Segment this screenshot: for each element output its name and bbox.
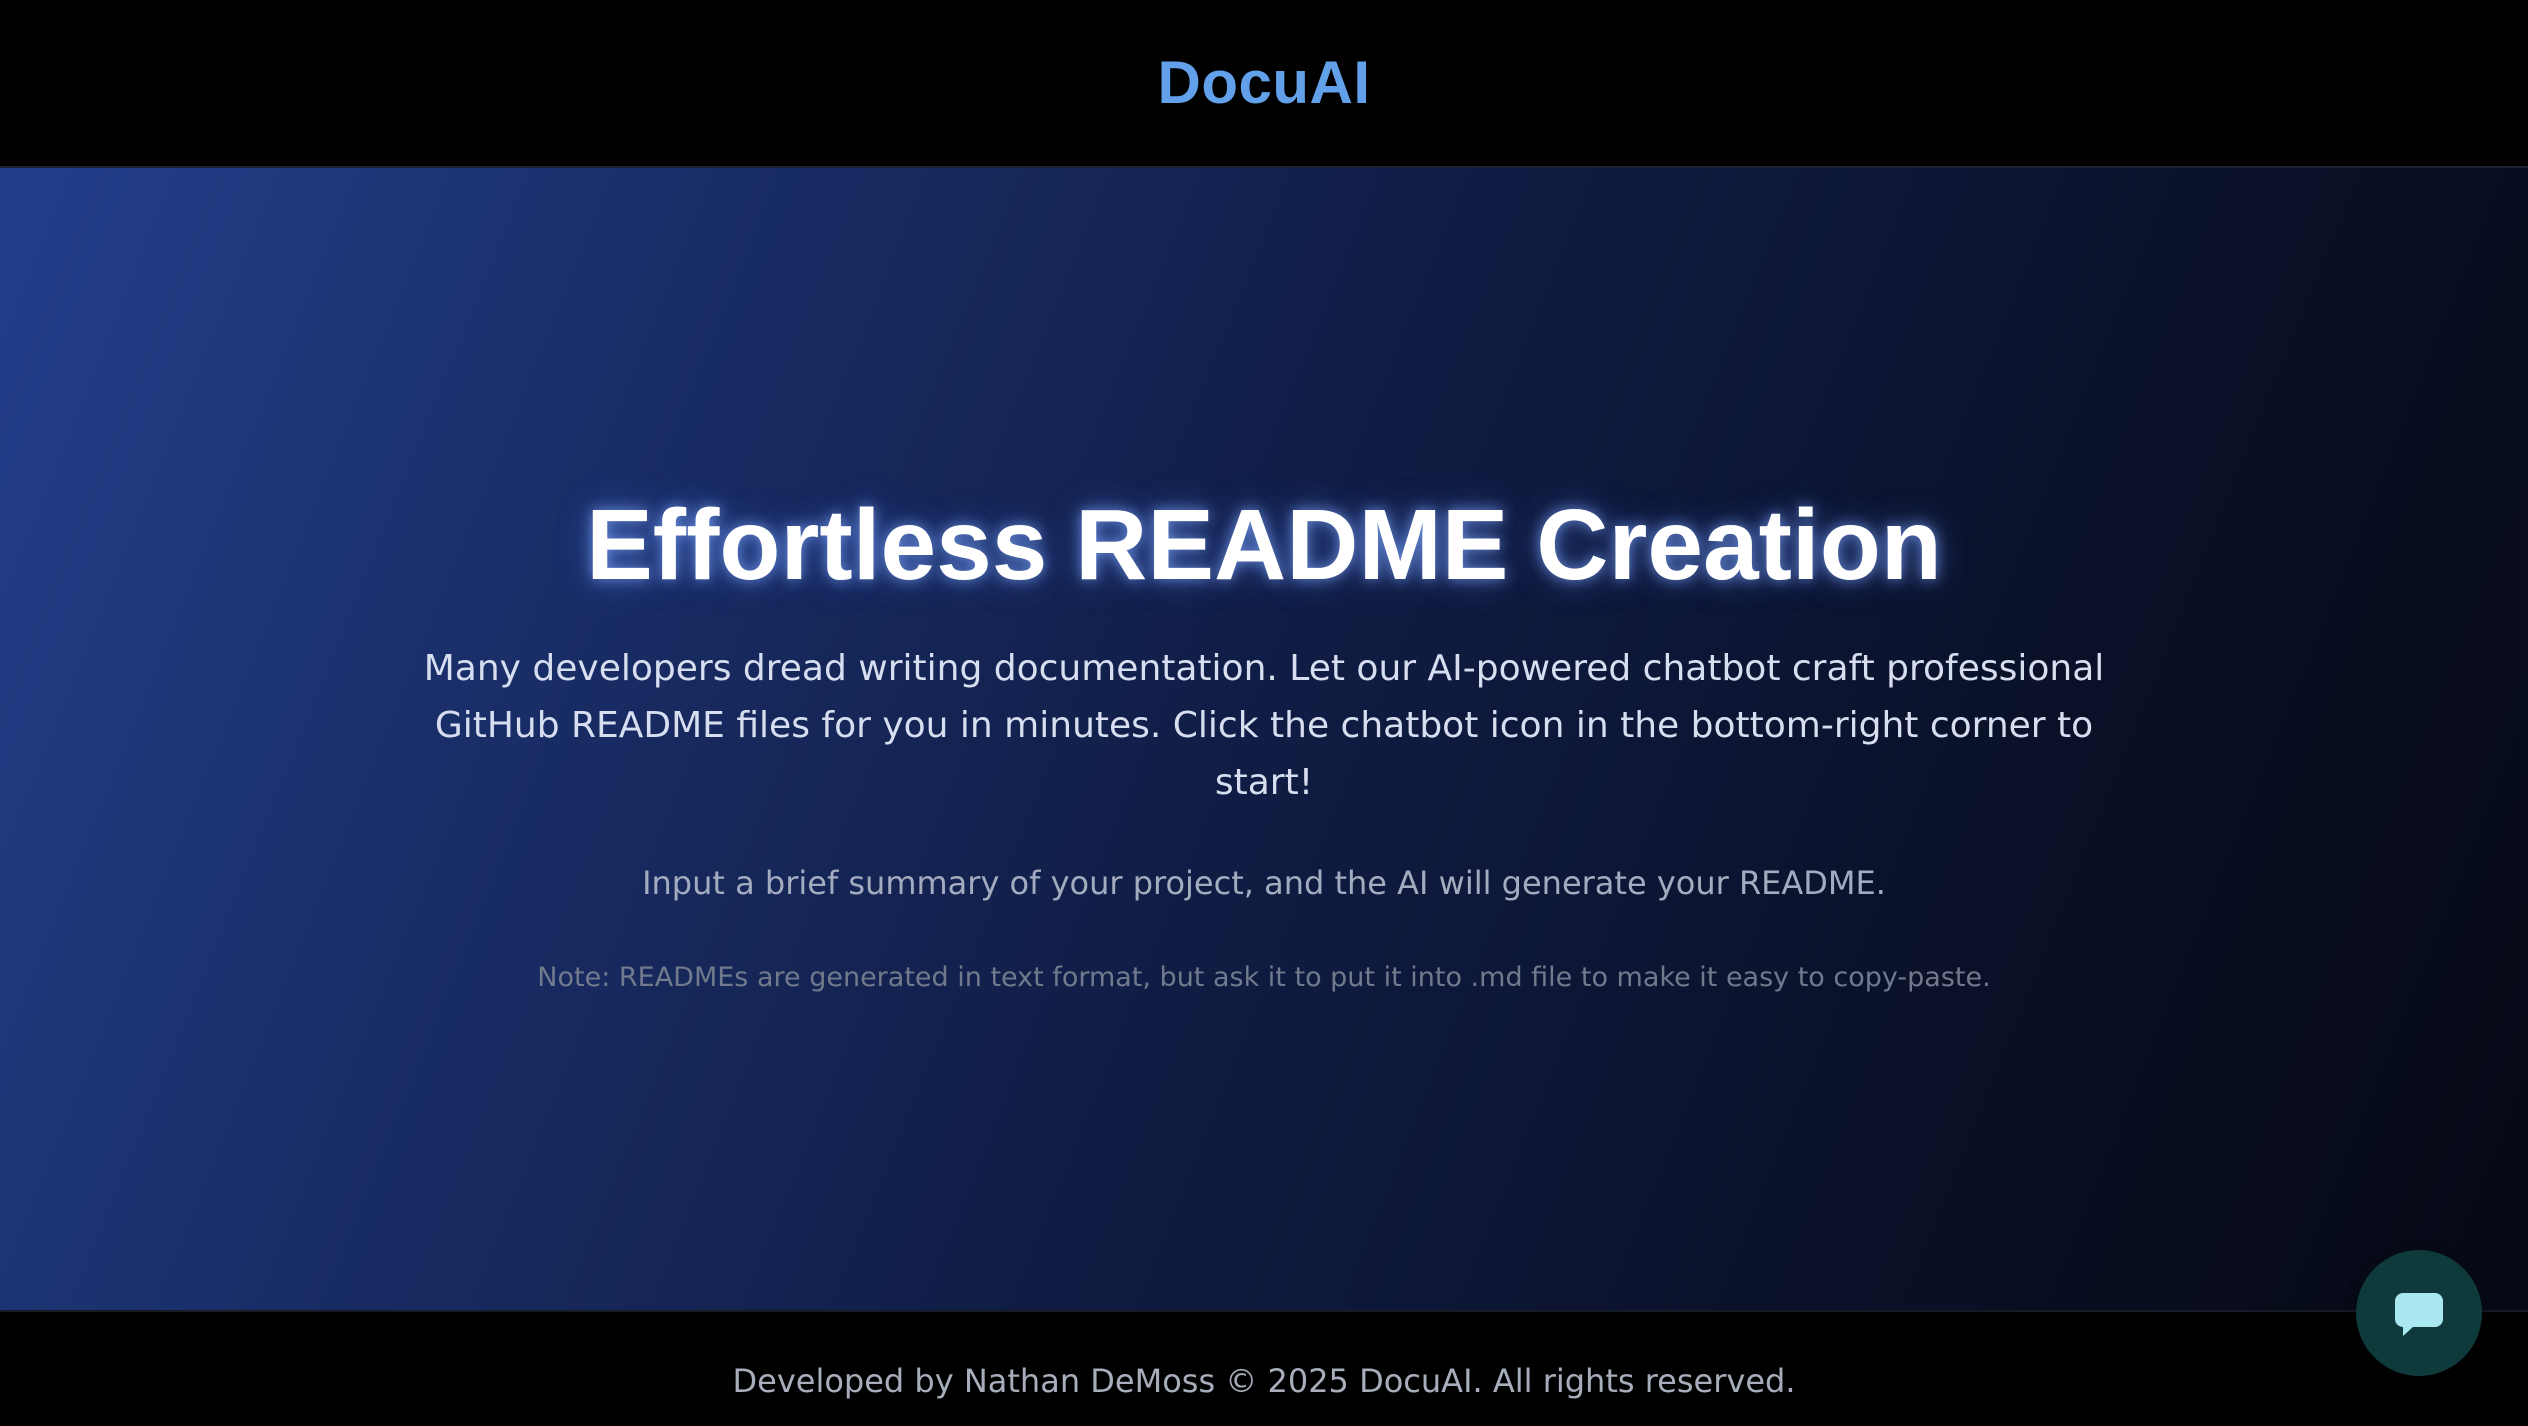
footer-copyright: Developed by Nathan DeMoss © 2025 DocuAI…: [732, 1362, 1796, 1400]
hero-headline: Effortless README Creation: [586, 489, 1942, 601]
hero-section: Effortless README Creation Many develope…: [0, 168, 2528, 1310]
brand-logo-text[interactable]: DocuAI: [1158, 48, 1371, 117]
site-header: DocuAI: [0, 0, 2528, 168]
hero-instruction: Input a brief summary of your project, a…: [642, 864, 1886, 902]
chatbot-launcher-button[interactable]: [2356, 1250, 2482, 1376]
hero-content: Effortless README Creation Many develope…: [0, 490, 2528, 993]
hero-note: Note: READMEs are generated in text form…: [537, 962, 1991, 993]
chat-bubble-icon: [2395, 1293, 2443, 1336]
hero-description: Many developers dread writing documentat…: [423, 648, 2105, 803]
site-footer: Developed by Nathan DeMoss © 2025 DocuAI…: [0, 1310, 2528, 1426]
